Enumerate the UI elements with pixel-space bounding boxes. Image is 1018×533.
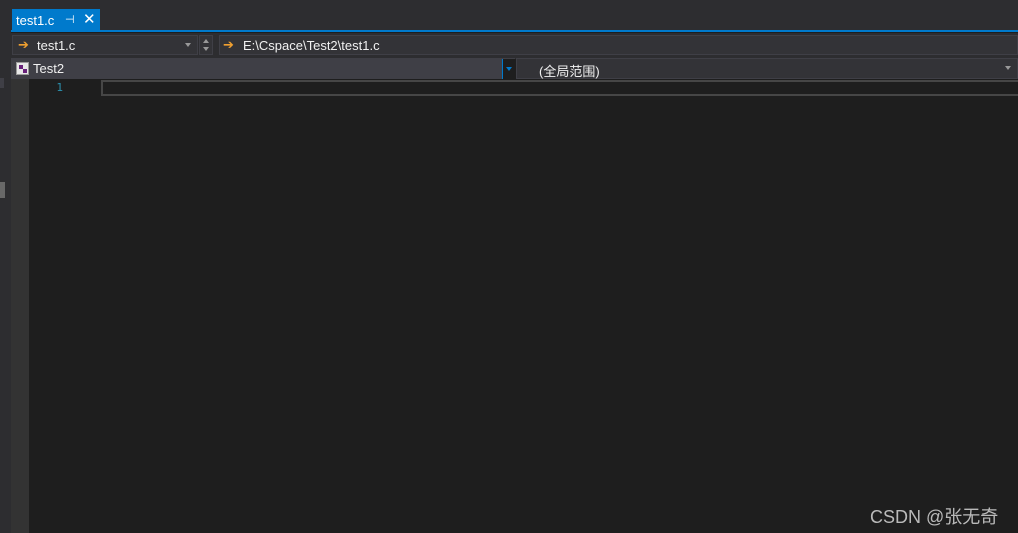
file-navigation-bar: ➔ test1.c ➔ E:\Cspace\Test2\test1.c [11, 33, 1018, 57]
chevron-down-icon[interactable] [203, 47, 209, 51]
file-path-box[interactable]: ➔ E:\Cspace\Test2\test1.c [219, 35, 1018, 55]
watermark: CSDN @张无奇 [870, 507, 999, 527]
line-number: 1 [56, 81, 63, 94]
close-icon[interactable]: ✕ [83, 12, 97, 28]
pin-icon[interactable]: ⊣ [65, 12, 77, 28]
file-path-text: E:\Cspace\Test2\test1.c [243, 38, 380, 53]
project-dropdown-value: Test2 [33, 61, 65, 76]
arrow-right-icon: ➔ [18, 37, 29, 52]
global-scope-dropdown[interactable]: (全局范围) [516, 58, 1018, 79]
global-scope-value: (全局范围) [539, 64, 600, 79]
code-editor[interactable]: 1 [11, 79, 1018, 533]
file-dropdown[interactable]: ➔ test1.c [12, 35, 198, 55]
file-spin-buttons[interactable] [199, 35, 213, 55]
left-tool-strip [0, 0, 11, 533]
chevron-down-icon [506, 67, 512, 71]
project-icon [16, 62, 29, 75]
tab-accent-line [11, 30, 1018, 32]
document-tab-bar: test1.c ⊣ ✕ [11, 0, 1018, 32]
left-strip-scroll-thumb[interactable] [0, 182, 5, 198]
current-line-highlight[interactable] [101, 80, 1018, 96]
tab-test1-c[interactable]: test1.c ⊣ ✕ [12, 9, 100, 31]
arrow-right-icon: ➔ [223, 37, 234, 52]
file-dropdown-value: test1.c [37, 38, 76, 53]
chevron-down-icon [185, 43, 191, 47]
chevron-up-icon[interactable] [203, 39, 209, 43]
project-dropdown-button[interactable] [502, 59, 516, 80]
editor-indicator-margin [11, 79, 29, 533]
project-dropdown[interactable]: Test2 [11, 58, 516, 80]
chevron-down-icon [1005, 66, 1011, 70]
left-strip-marker [0, 78, 4, 88]
tab-label: test1.c [16, 12, 55, 28]
scope-navigation-bar: Test2 (全局范围) [11, 57, 1018, 80]
